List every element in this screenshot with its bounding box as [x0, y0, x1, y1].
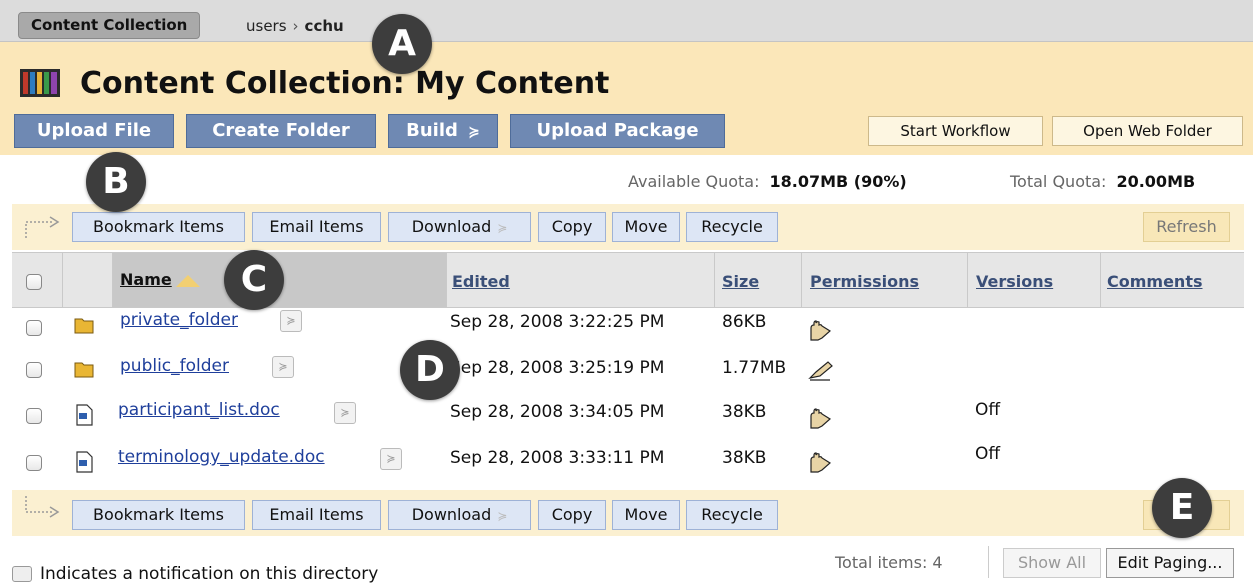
move-button[interactable]: Move — [612, 500, 680, 530]
content-collection-tab[interactable]: Content Collection — [18, 12, 201, 39]
column-header-permissions[interactable]: Permissions — [810, 272, 919, 291]
callout-b: B — [86, 152, 146, 212]
double-chevron-down-icon: ≽ — [497, 221, 508, 235]
select-all-checkbox[interactable] — [26, 274, 42, 290]
copy-button[interactable]: Copy — [538, 500, 606, 530]
column-header-comments[interactable]: Comments — [1107, 272, 1203, 291]
column-header-edited[interactable]: Edited — [452, 272, 510, 291]
callout-a: A — [372, 14, 432, 74]
email-items-button[interactable]: Email Items — [252, 212, 381, 242]
edited-date: Sep 28, 2008 3:33:11 PM — [450, 448, 665, 468]
available-quota: Available Quota: 18.07MB (90%) — [628, 172, 907, 191]
item-menu-chevron-icon[interactable]: ≽ — [334, 402, 356, 424]
bookmark-items-button[interactable]: Bookmark Items — [72, 500, 245, 530]
page-title: Content Collection: My Content — [80, 66, 610, 101]
row-checkbox[interactable] — [26, 455, 42, 471]
row-checkbox[interactable] — [26, 320, 42, 336]
download-label: Download — [411, 217, 492, 236]
file-size: 38KB — [722, 402, 767, 422]
available-quota-value: 18.07MB (90%) — [769, 172, 907, 191]
column-divider — [446, 252, 447, 308]
notification-icon — [12, 566, 32, 582]
breadcrumb-bar: Content Collection users › cchu — [0, 0, 1253, 42]
item-menu-chevron-icon[interactable]: ≽ — [380, 448, 402, 470]
upload-package-button[interactable]: Upload Package — [510, 114, 725, 148]
column-divider — [112, 252, 113, 308]
create-folder-button[interactable]: Create Folder — [186, 114, 376, 148]
column-header-name-label: Name — [120, 270, 172, 289]
word-document-icon — [76, 451, 93, 473]
column-header-size[interactable]: Size — [722, 272, 759, 291]
recycle-button[interactable]: Recycle — [686, 212, 778, 242]
edited-date: Sep 28, 2008 3:34:05 PM — [450, 402, 665, 422]
build-label: Build — [406, 120, 458, 141]
file-size: 86KB — [722, 312, 767, 332]
edited-date: Sep 28, 2008 3:25:19 PM — [450, 358, 665, 378]
open-web-folder-button[interactable]: Open Web Folder — [1052, 116, 1243, 146]
callout-e: E — [1152, 478, 1212, 538]
item-link[interactable]: public_folder — [120, 356, 229, 376]
versions-value: Off — [975, 400, 1001, 420]
notification-note: Indicates a notification on this directo… — [40, 564, 379, 584]
hand-icon[interactable] — [808, 408, 834, 430]
word-document-icon — [76, 404, 93, 426]
folder-icon — [74, 318, 94, 334]
download-label: Download — [411, 505, 492, 524]
item-link[interactable]: participant_list.doc — [118, 400, 280, 420]
start-workflow-button[interactable]: Start Workflow — [868, 116, 1043, 146]
column-divider — [1100, 252, 1101, 308]
file-size: 38KB — [722, 448, 767, 468]
email-items-button[interactable]: Email Items — [252, 500, 381, 530]
notification-legend: Indicates a notification on this directo… — [12, 564, 378, 584]
build-button[interactable]: Build ≽ — [388, 114, 498, 148]
breadcrumb-users[interactable]: users — [246, 17, 287, 35]
divider — [988, 546, 989, 578]
row-checkbox[interactable] — [26, 362, 42, 378]
total-quota-value: 20.00MB — [1116, 172, 1196, 191]
hand-icon[interactable] — [808, 452, 834, 474]
callout-c: C — [224, 250, 284, 310]
select-arrow-icon — [25, 496, 60, 518]
available-quota-label: Available Quota: — [628, 172, 760, 191]
item-menu-chevron-icon[interactable]: ≽ — [280, 310, 302, 332]
show-all-button[interactable]: Show All — [1003, 548, 1101, 578]
column-divider — [967, 252, 968, 308]
breadcrumb: users › cchu — [246, 17, 344, 35]
folder-icon — [74, 362, 94, 378]
file-size: 1.77MB — [722, 358, 787, 378]
hand-icon[interactable] — [808, 320, 834, 342]
download-button[interactable]: Download ≽ — [388, 500, 531, 530]
select-arrow-icon — [25, 216, 60, 238]
upload-file-button[interactable]: Upload File — [14, 114, 174, 148]
item-link[interactable]: terminology_update.doc — [118, 447, 325, 467]
recycle-button[interactable]: Recycle — [686, 500, 778, 530]
column-divider — [62, 252, 63, 308]
total-items: Total items: 4 — [835, 553, 943, 572]
double-chevron-down-icon: ≽ — [497, 509, 508, 523]
double-chevron-down-icon: ≽ — [468, 124, 480, 140]
total-quota: Total Quota: 20.00MB — [1010, 172, 1195, 191]
download-button[interactable]: Download ≽ — [388, 212, 531, 242]
edited-date: Sep 28, 2008 3:22:25 PM — [450, 312, 665, 332]
column-divider — [714, 252, 715, 308]
column-header-versions[interactable]: Versions — [976, 272, 1053, 291]
row-checkbox[interactable] — [26, 408, 42, 424]
refresh-button[interactable]: Refresh — [1143, 212, 1230, 242]
total-quota-label: Total Quota: — [1010, 172, 1107, 191]
copy-button[interactable]: Copy — [538, 212, 606, 242]
item-link[interactable]: private_folder — [120, 310, 238, 330]
column-header-name[interactable]: Name — [120, 270, 200, 289]
callout-d: D — [400, 340, 460, 400]
bookmark-items-button[interactable]: Bookmark Items — [72, 212, 245, 242]
breadcrumb-current: cchu — [304, 17, 344, 35]
versions-value: Off — [975, 444, 1001, 464]
item-menu-chevron-icon[interactable]: ≽ — [272, 356, 294, 378]
move-button[interactable]: Move — [612, 212, 680, 242]
column-divider — [801, 252, 802, 308]
books-icon — [20, 69, 60, 97]
sort-ascending-icon — [175, 274, 200, 287]
edit-paging-button[interactable]: Edit Paging... — [1106, 548, 1234, 578]
pencil-icon[interactable] — [808, 360, 834, 382]
chevron-right-icon: › — [292, 17, 299, 35]
